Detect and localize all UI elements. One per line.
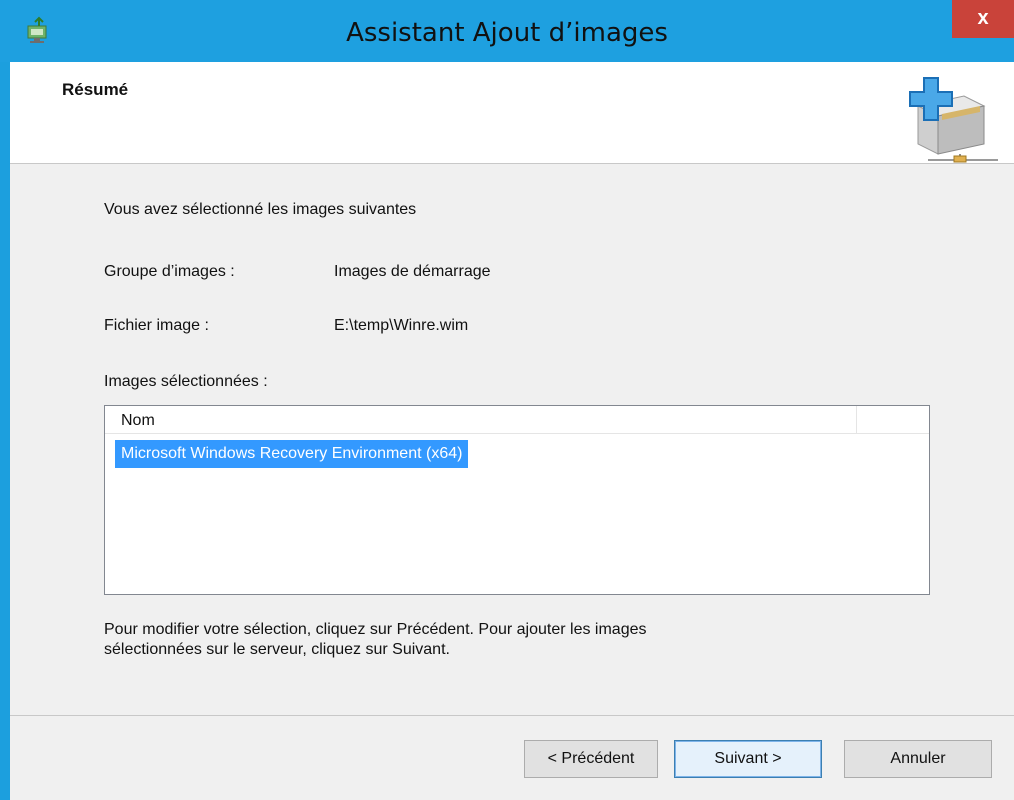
wizard-header: Résumé [10, 62, 1014, 164]
selected-images-label: Images sélectionnées : [104, 373, 268, 390]
close-button[interactable]: x [952, 0, 1014, 38]
image-group-label: Groupe d’images : [104, 263, 235, 280]
image-file-value: E:\temp\Winre.wim [334, 317, 469, 334]
help-text-line: Pour modifier votre sélection, cliquez s… [104, 621, 647, 638]
back-button[interactable]: < Précédent [524, 740, 658, 778]
add-image-wizard-icon [909, 77, 998, 163]
wizard-content: Vous avez sélectionné les images suivant… [10, 165, 1014, 715]
page-title: Résumé [62, 80, 129, 99]
next-button[interactable]: Suivant > [674, 740, 822, 778]
help-text: Pour modifier votre sélection, cliquez s… [104, 620, 864, 660]
image-file-label: Fichier image : [104, 317, 209, 334]
column-header-name[interactable]: Nom [105, 406, 857, 434]
help-text-line: sélectionnées sur le serveur, cliquez su… [104, 641, 450, 658]
list-header: Nom [105, 406, 929, 434]
intro-text: Vous avez sélectionné les images suivant… [104, 201, 417, 218]
image-group-value: Images de démarrage [334, 263, 491, 280]
list-item[interactable]: Microsoft Windows Recovery Environment (… [115, 440, 469, 468]
cancel-button[interactable]: Annuler [844, 740, 992, 778]
selected-images-list[interactable]: Nom Microsoft Windows Recovery Environme… [104, 405, 930, 595]
button-separator [10, 715, 1014, 716]
title-bar: Assistant Ajout d’images x [0, 0, 1014, 62]
wizard-dialog: Résumé Vous avez sélectionné les images … [10, 62, 1014, 800]
window-title: Assistant Ajout d’images [346, 18, 668, 48]
